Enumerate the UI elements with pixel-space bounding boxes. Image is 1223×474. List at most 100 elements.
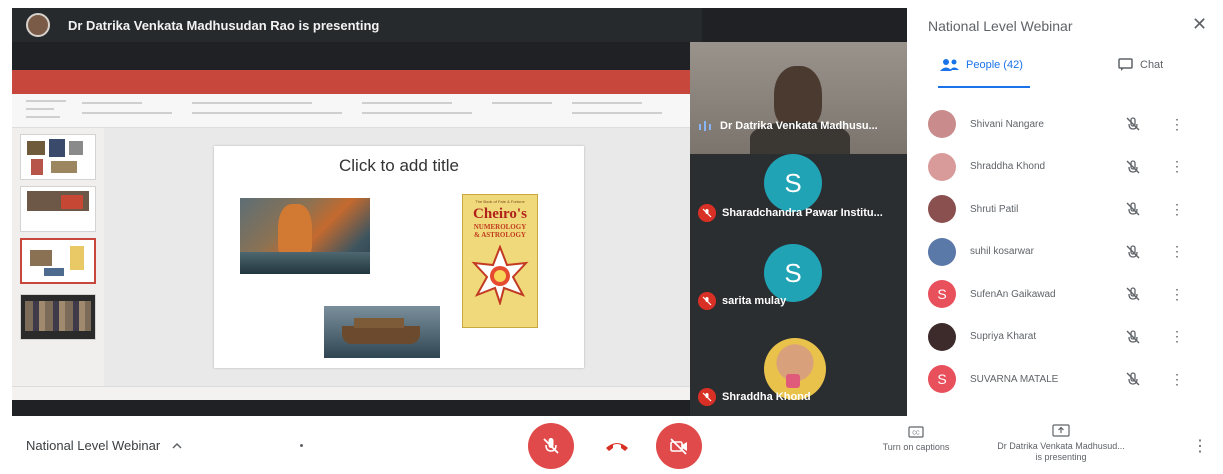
presentation-button[interactable]: Dr Datrika Venkata Madhusud... is presen… [986, 424, 1136, 463]
tab-chat[interactable]: Chat [1118, 58, 1163, 72]
tab-people-label: People (42) [966, 59, 1023, 71]
more-options-icon[interactable]: ⋮ [1170, 158, 1184, 175]
ppt-statusbar [12, 386, 690, 400]
avatar [928, 152, 956, 181]
people-panel: National Level Webinar ✕ People (42) Cha… [912, 0, 1223, 414]
avatar [928, 322, 956, 351]
ark-image[interactable] [324, 306, 440, 358]
tile-name-label: Sharadchandra Pawar Institu... [722, 207, 883, 219]
mic-toggle-button[interactable] [528, 423, 574, 469]
presenting-line-2: is presenting [1035, 452, 1087, 462]
meet-window: Dr Datrika Venkata Madhusudan Rao is pre… [0, 0, 1223, 474]
mic-off-icon [1126, 329, 1140, 343]
participant-name: SufenAn Gaikawad [970, 288, 1056, 300]
more-options-icon[interactable]: ⋮ [1170, 371, 1184, 388]
mic-off-icon [1126, 287, 1140, 301]
participant-name: Shivani Nangare [970, 118, 1044, 130]
slide-thumbnails [12, 128, 104, 386]
slide-thumbnail[interactable] [20, 294, 96, 340]
participant-name: suhil kosarwar [970, 246, 1034, 257]
participant-tile[interactable]: S sarita mulay [690, 244, 907, 326]
panel-title: National Level Webinar [928, 18, 1073, 34]
more-options-icon[interactable]: ⋮ [1192, 436, 1208, 456]
camera-off-icon [670, 438, 687, 455]
more-options-icon[interactable]: ⋮ [1170, 286, 1184, 303]
captions-label: Turn on captions [882, 442, 950, 452]
participant-tile[interactable]: Shraddha Khond [690, 326, 907, 416]
svg-text:CC: CC [912, 431, 920, 437]
participant-row[interactable]: suhil kosarwar ⋮ [912, 232, 1223, 272]
presentation-stage: Dr Datrika Venkata Madhusudan Rao is pre… [12, 8, 907, 416]
mic-off-icon [1126, 244, 1140, 258]
mic-off-icon [1126, 372, 1140, 386]
meeting-name: National Level Webinar [26, 438, 161, 453]
avatar [928, 237, 956, 266]
slide-thumbnail-selected[interactable] [20, 238, 96, 284]
audio-level-icon [699, 121, 711, 131]
tile-name-label: Shraddha Khond [722, 391, 811, 403]
participant-row[interactable]: Shivani Nangare ⋮ [912, 104, 1223, 144]
more-options-icon[interactable]: ⋮ [1170, 201, 1184, 218]
avatar [928, 110, 956, 138]
presenting-banner: Dr Datrika Venkata Madhusudan Rao is pre… [12, 8, 702, 42]
ppt-titlebar [12, 70, 690, 84]
participant-name: Shruti Patil [970, 203, 1019, 215]
rescue-image[interactable] [240, 198, 370, 274]
close-icon[interactable]: ✕ [1192, 14, 1207, 35]
presenter-avatar [26, 13, 50, 37]
camera-toggle-button[interactable] [656, 423, 702, 469]
shared-screen: Click to add title The Book of Fate & Fo… [12, 70, 690, 400]
ppt-ribbon-tabs [12, 84, 690, 94]
participant-row[interactable]: Shruti Patil ⋮ [912, 189, 1223, 229]
slide-thumbnail[interactable] [20, 134, 96, 180]
tile-name-label: sarita mulay [722, 295, 787, 307]
separator-dot [300, 444, 303, 447]
mic-off-icon [1126, 202, 1140, 216]
slide-thumbnail[interactable] [20, 186, 96, 232]
participant-name: Shraddha Khond [970, 161, 1046, 172]
avatar: S [928, 365, 956, 393]
presenting-line-1: Dr Datrika Venkata Madhusud... [997, 441, 1125, 451]
avatar: S [928, 280, 956, 308]
current-slide[interactable]: Click to add title The Book of Fate & Fo… [214, 146, 584, 368]
avatar [928, 195, 956, 223]
participant-name: SUVARNA MATALE [970, 373, 1059, 385]
more-options-icon[interactable]: ⋮ [1170, 328, 1184, 345]
tile-name-label: Dr Datrika Venkata Madhusu... [720, 120, 878, 132]
people-icon [940, 59, 959, 71]
leave-call-button[interactable] [604, 436, 630, 456]
ppt-body: Click to add title The Book of Fate & Fo… [12, 128, 690, 386]
mic-off-icon [698, 388, 716, 406]
more-options-icon[interactable]: ⋮ [1170, 243, 1184, 260]
meeting-details-toggle[interactable]: National Level Webinar [26, 438, 184, 453]
participant-tile-presenter[interactable]: Dr Datrika Venkata Madhusu... [690, 42, 907, 154]
star-emblem-icon [471, 244, 529, 307]
participant-tile[interactable]: S Sharadchandra Pawar Institu... [690, 154, 907, 244]
mic-off-icon [698, 204, 716, 222]
slide-title-placeholder[interactable]: Click to add title [214, 156, 584, 176]
participant-row[interactable]: Supriya Kharat ⋮ [912, 317, 1223, 357]
captions-icon: CC [908, 426, 924, 438]
numerology-book-image[interactable]: The Book of Fate & Fortune Cheiro's NUME… [462, 194, 538, 328]
bottom-toolbar: National Level Webinar CC Turn on captio… [0, 416, 1223, 474]
more-options-icon[interactable]: ⋮ [1170, 116, 1184, 133]
tab-chat-label: Chat [1140, 59, 1164, 71]
phone-hangup-icon [606, 443, 628, 451]
participant-row[interactable]: Shraddha Khond ⋮ [912, 147, 1223, 187]
mic-off-icon [698, 292, 716, 310]
mic-off-icon [1126, 159, 1140, 173]
mic-off-icon [1126, 117, 1140, 131]
ppt-ribbon [12, 94, 690, 128]
presenting-label: Dr Datrika Venkata Madhusudan Rao is pre… [68, 17, 380, 33]
captions-button[interactable]: CC Turn on captions [868, 426, 964, 452]
tab-people[interactable]: People (42) [940, 58, 1023, 72]
chevron-up-icon [172, 442, 182, 449]
participant-row[interactable]: S SufenAn Gaikawad ⋮ [912, 274, 1223, 314]
mic-off-icon [543, 438, 559, 454]
slide-editor: Click to add title The Book of Fate & Fo… [104, 128, 690, 386]
participant-row[interactable]: S SUVARNA MATALE ⋮ [912, 359, 1223, 399]
present-screen-icon [1052, 424, 1070, 437]
active-tab-indicator [938, 86, 1030, 88]
chat-icon [1118, 58, 1133, 71]
participant-name: Supriya Kharat [970, 331, 1037, 342]
